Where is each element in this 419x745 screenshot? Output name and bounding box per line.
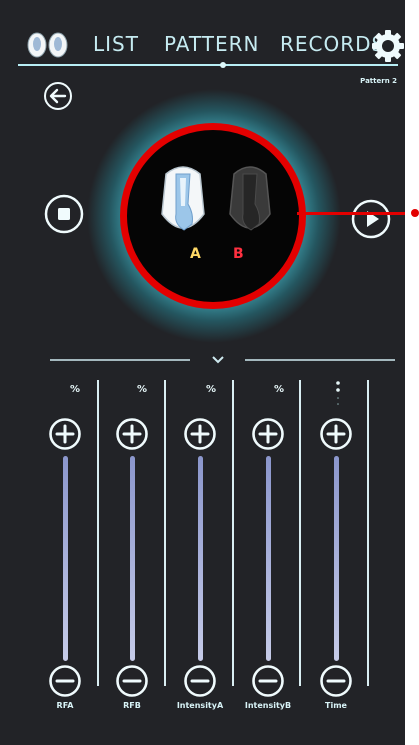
chevron-down-icon	[212, 356, 224, 364]
rfb-slider-track[interactable]	[130, 456, 135, 661]
collapse-divider[interactable]	[50, 352, 395, 368]
column-separator	[367, 380, 369, 686]
slider-label-intensity-b: IntensityB	[244, 701, 292, 710]
back-arrow-icon[interactable]	[42, 80, 74, 112]
intensity-b-decrease-button[interactable]	[251, 664, 285, 698]
pattern-label: Pattern 2	[360, 77, 397, 85]
slider-label-time: Time	[325, 701, 347, 710]
device-display	[120, 123, 306, 309]
intensity-a-slider-track[interactable]	[198, 456, 203, 661]
column-separator	[97, 380, 99, 686]
unit-label: %	[136, 384, 148, 395]
time-unit-icon	[336, 381, 340, 405]
stop-icon[interactable]	[43, 193, 85, 235]
slider-label-rfb: RFB	[123, 701, 141, 710]
rfa-increase-button[interactable]	[48, 417, 82, 451]
callout-line	[297, 212, 405, 215]
header: LIST PATTERN RECORDS	[0, 0, 405, 70]
rfa-slider-track[interactable]	[63, 456, 68, 661]
unit-label: %	[69, 384, 81, 395]
time-decrease-button[interactable]	[319, 664, 353, 698]
device-b-label: B	[233, 246, 244, 262]
earbud-a-icon[interactable]	[158, 164, 208, 240]
rfb-increase-button[interactable]	[115, 417, 149, 451]
tab-records[interactable]: RECORDS	[280, 32, 385, 56]
intensity-b-slider-track[interactable]	[266, 456, 271, 661]
gear-icon[interactable]	[371, 29, 405, 63]
unit-label: %	[273, 384, 285, 395]
tab-indicator	[18, 62, 398, 68]
tab-list[interactable]: LIST	[93, 32, 139, 56]
column-separator	[232, 380, 234, 686]
slider-label-rfa: RFA	[56, 701, 74, 710]
callout-dot	[411, 209, 419, 217]
time-slider-track[interactable]	[334, 456, 339, 661]
intensity-a-decrease-button[interactable]	[183, 664, 217, 698]
rfa-decrease-button[interactable]	[48, 664, 82, 698]
unit-label: %	[205, 384, 217, 395]
intensity-a-increase-button[interactable]	[183, 417, 217, 451]
column-separator	[299, 380, 301, 686]
device-a-label: A	[190, 246, 201, 262]
rfb-decrease-button[interactable]	[115, 664, 149, 698]
earbud-b-icon[interactable]	[226, 164, 274, 240]
earbuds-logo-icon	[27, 32, 68, 58]
time-increase-button[interactable]	[319, 417, 353, 451]
play-icon[interactable]	[350, 198, 392, 240]
intensity-b-increase-button[interactable]	[251, 417, 285, 451]
tab-pattern[interactable]: PATTERN	[164, 32, 260, 56]
column-separator	[164, 380, 166, 686]
slider-label-intensity-a: IntensityA	[176, 701, 224, 710]
app-screen: LIST PATTERN RECORDS Pattern 2 A B % % %…	[0, 0, 405, 745]
